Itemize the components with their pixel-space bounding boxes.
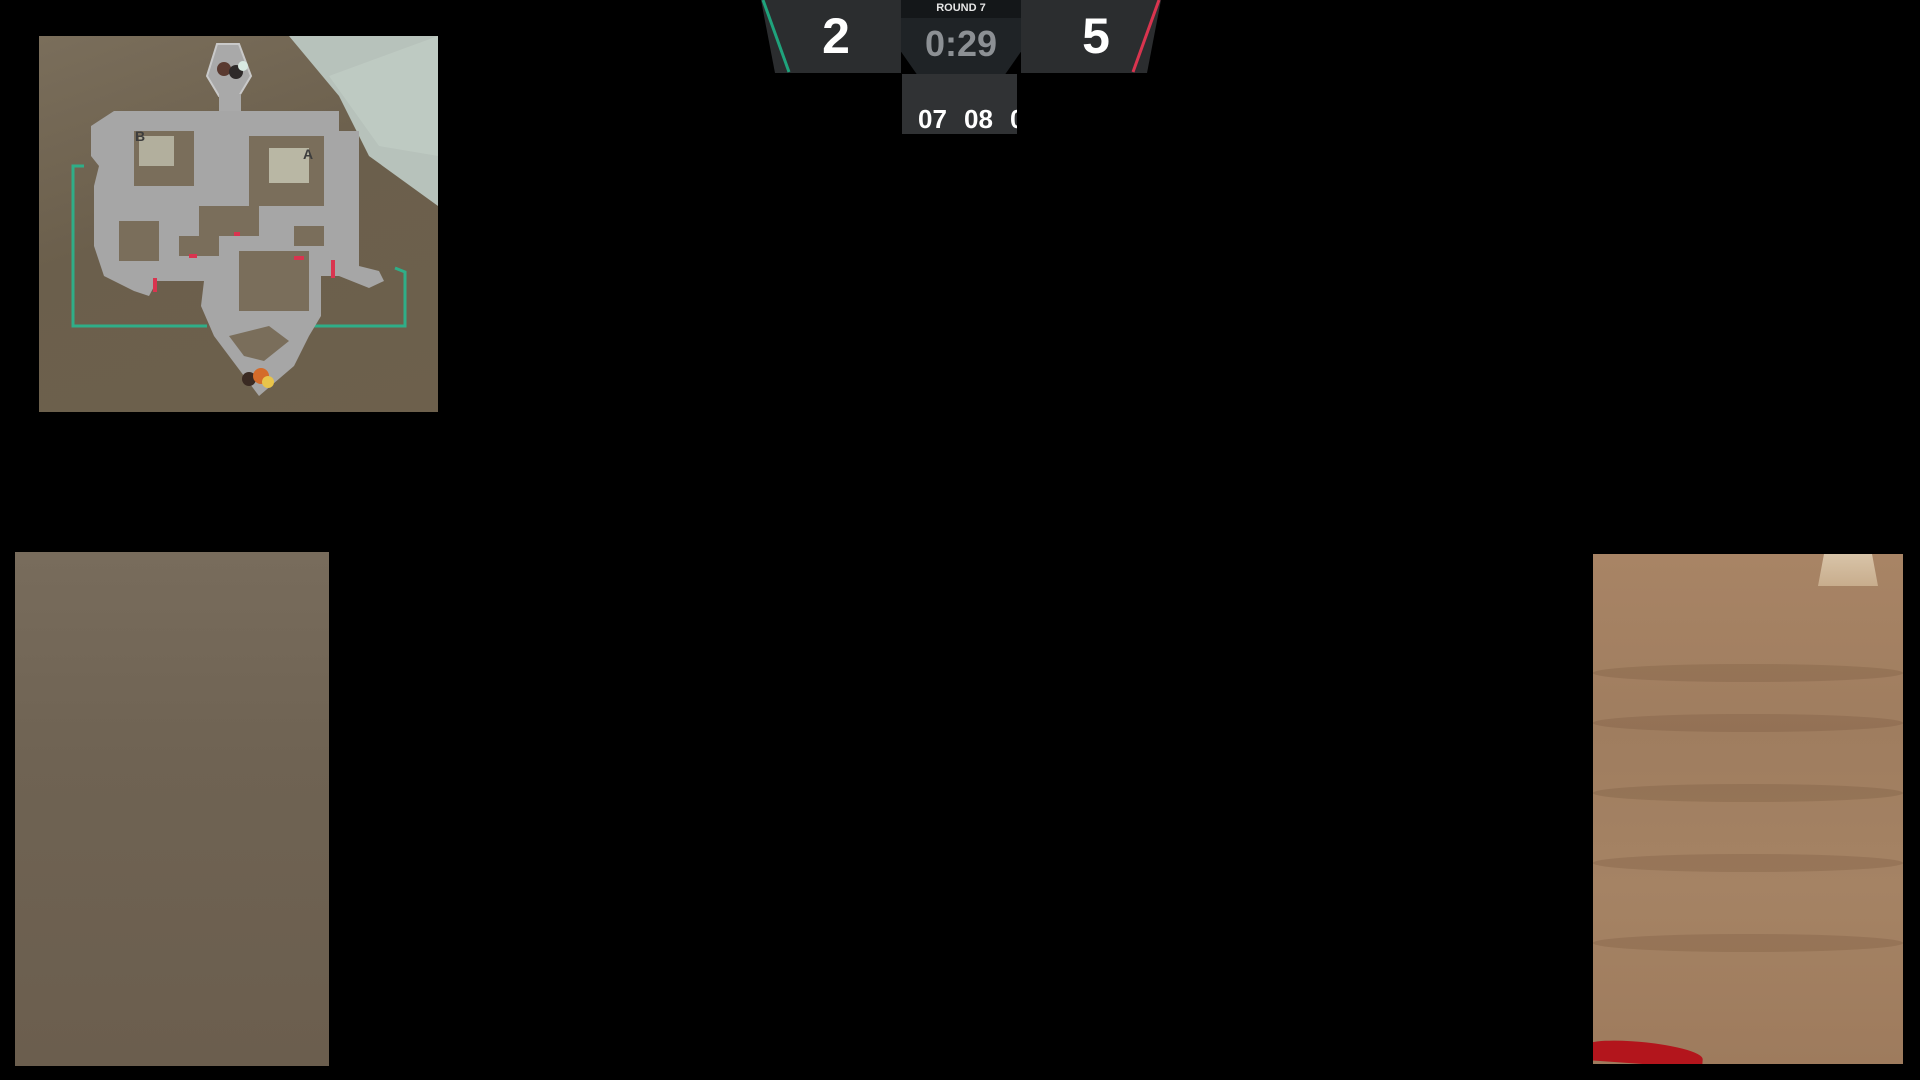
weapon-edge [1593,1037,1704,1064]
round-timer: 0:29 [924,23,998,64]
team-left-accent [761,0,791,73]
economy-value-2: 08 [964,104,993,134]
player-camera-feed-right [1593,554,1903,1064]
round-label: ROUND 7 [901,0,1021,18]
economy-strip: 07 08 0 [902,74,1017,134]
floor-texture [1593,664,1903,682]
floor-decal [1818,554,1878,586]
floor-texture [1593,934,1903,952]
floor-texture [1593,714,1903,732]
team-right-accent [1131,0,1161,73]
player-camera-feed-left [15,552,329,1066]
floor-texture [1593,784,1903,802]
agent-icon [238,61,248,71]
scoreboard: 2 ROUND 7 0:29 5 [761,0,1161,86]
site-b-label: B [135,128,146,144]
floor-texture [1593,854,1903,872]
economy-value-3-clipped: 0 [1010,104,1017,134]
agent-icon [217,62,231,76]
game-hud: B A 2 ROUND 7 0:29 5 07 08 0 [0,0,1920,1080]
team-left-score: 2 [822,8,850,64]
map-layout [71,36,438,396]
team-right-score: 5 [1082,8,1110,64]
economy-value-1: 07 [918,104,947,134]
site-a-label: A [303,146,314,162]
agent-icon [262,376,274,388]
minimap[interactable]: B A [39,36,438,412]
